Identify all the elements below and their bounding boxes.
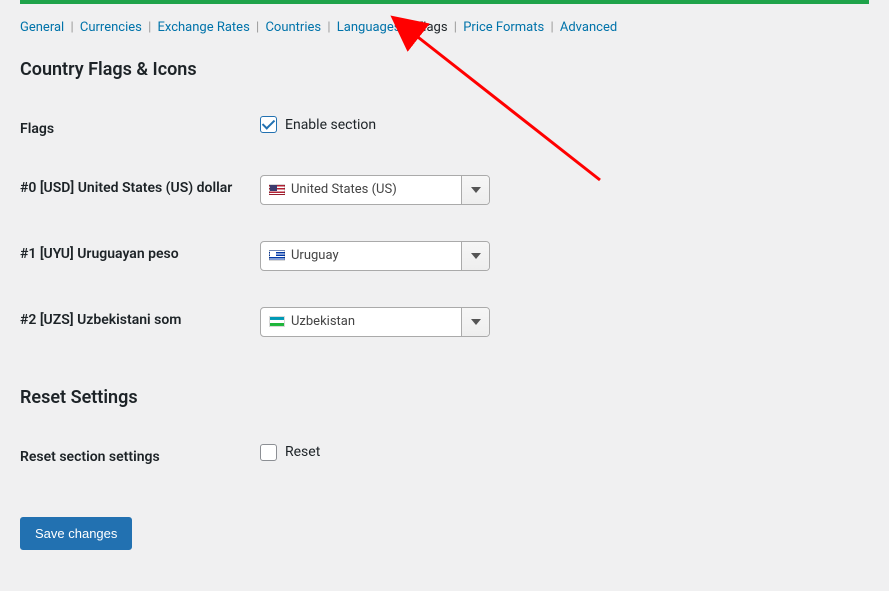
tab-separator: | [454,20,457,35]
currency-row-1: #1 [UYU] Uruguayan peso Uruguay [20,241,869,271]
reset-checkbox-label: Reset [285,444,320,460]
tab-separator: | [148,20,151,35]
reset-checkbox[interactable] [260,444,277,461]
tab-separator: | [70,20,73,35]
tab-separator: | [550,20,553,35]
enable-section-checkbox-wrap[interactable]: Enable section [260,116,376,133]
tab-currencies[interactable]: Currencies [80,20,142,35]
tab-separator: | [256,20,259,35]
enable-section-checkbox-label: Enable section [285,117,376,133]
tab-exchange-rates[interactable]: Exchange Rates [158,20,250,35]
tab-separator: | [407,20,410,35]
country-select-1[interactable]: Uruguay [260,241,490,271]
tab-price-formats[interactable]: Price Formats [463,20,544,35]
currency-row-0: #0 [USD] United States (US) dollar Unite… [20,175,869,205]
currency-label-2: #2 [UZS] Uzbekistani som [20,307,260,330]
tab-general[interactable]: General [20,20,64,35]
top-accent-bar [20,0,869,4]
save-changes-button[interactable]: Save changes [20,517,132,550]
flag-icon-uy [269,250,285,261]
currency-label-0: #0 [USD] United States (US) dollar [20,175,260,198]
enable-section-checkbox[interactable] [260,116,277,133]
country-select-0[interactable]: United States (US) [260,175,490,205]
currency-label-1: #1 [UYU] Uruguayan peso [20,241,260,264]
tab-advanced[interactable]: Advanced [560,20,617,35]
flags-label: Flags [20,116,260,139]
chevron-down-icon[interactable] [461,308,489,336]
tab-countries[interactable]: Countries [265,20,321,35]
tab-separator: | [327,20,330,35]
tab-languages[interactable]: Languages [337,20,401,35]
chevron-down-icon[interactable] [461,242,489,270]
settings-tabs: General | Currencies | Exchange Rates | … [20,0,869,35]
tab-flags[interactable]: Flags [416,20,447,35]
country-select-2[interactable]: Uzbekistan [260,307,490,337]
chevron-down-icon[interactable] [461,176,489,204]
section-title: Country Flags & Icons [20,59,869,80]
reset-checkbox-wrap[interactable]: Reset [260,444,320,461]
reset-label: Reset section settings [20,444,260,467]
flags-enable-row: Flags Enable section [20,116,869,139]
flag-icon-uz [269,316,285,327]
country-select-value-2: Uzbekistan [291,314,355,329]
reset-row: Reset section settings Reset [20,444,869,467]
reset-section-title: Reset Settings [20,387,869,408]
currency-row-2: #2 [UZS] Uzbekistani som Uzbekistan [20,307,869,337]
country-select-value-0: United States (US) [291,182,397,197]
country-select-value-1: Uruguay [291,248,339,263]
flag-icon-us [269,184,285,195]
